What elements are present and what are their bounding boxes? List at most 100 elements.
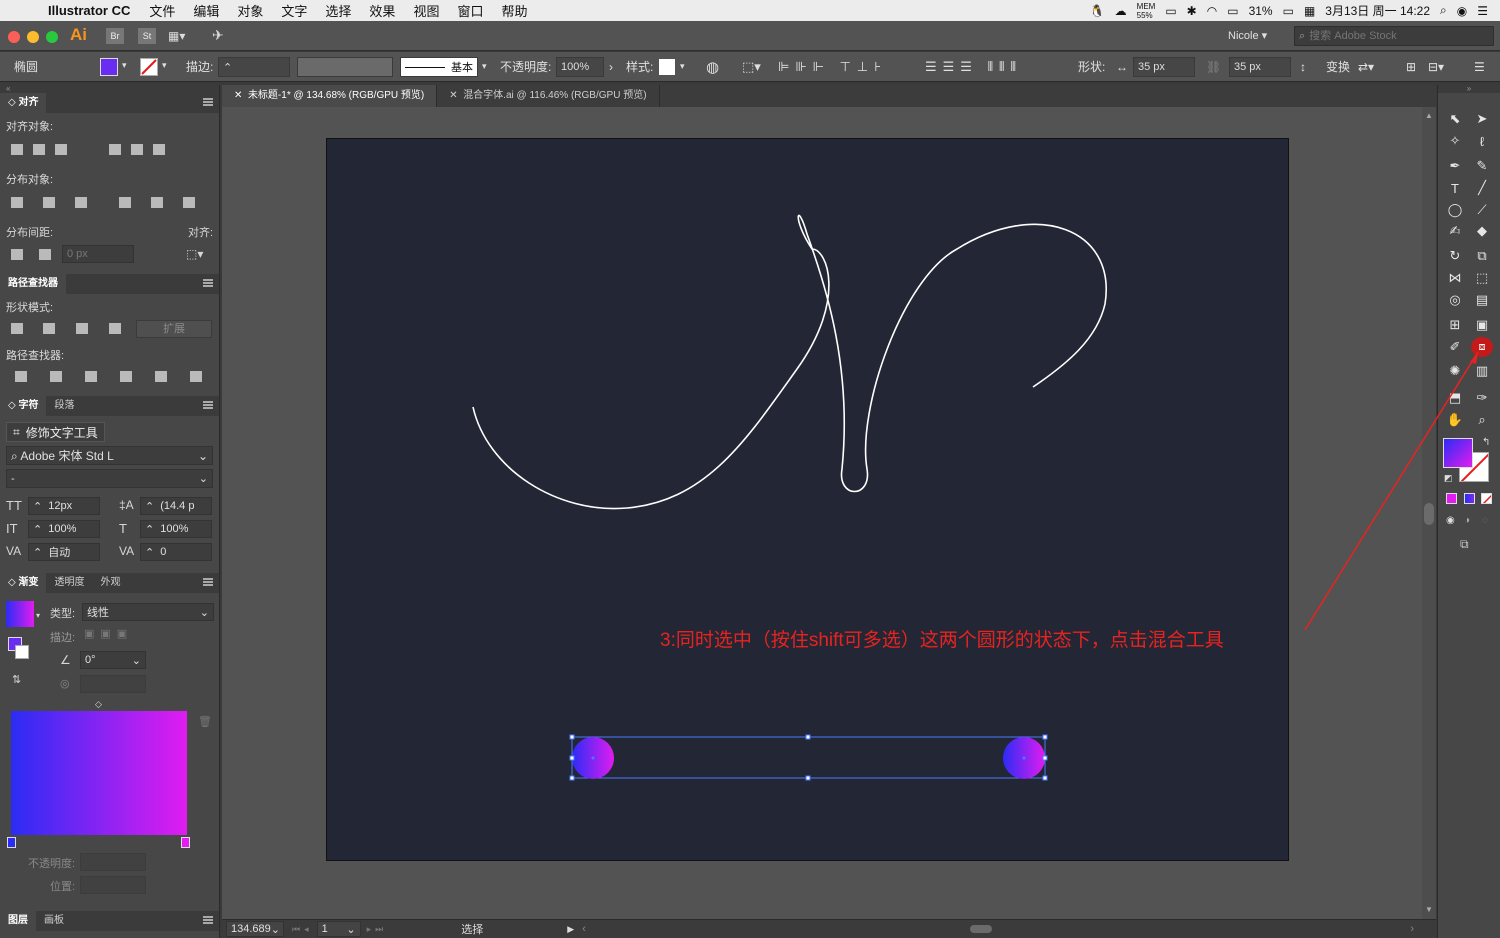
siri-icon[interactable]: ◉ xyxy=(1457,4,1467,18)
status-menu-arrow-icon[interactable]: ▶ xyxy=(567,924,574,935)
opacity-input[interactable]: 100% xyxy=(556,57,604,77)
distribute-top-button[interactable] xyxy=(6,192,28,212)
tab-gradient[interactable]: ◇ 渐变 xyxy=(0,573,47,593)
vertical-scrollbar[interactable]: ▲ ▼ xyxy=(1422,107,1436,919)
scroll-right-icon[interactable]: › xyxy=(1410,923,1414,935)
type-tool-icon[interactable]: T xyxy=(1444,178,1466,198)
artboard-tool-icon[interactable]: ⬒ xyxy=(1444,388,1466,408)
distribute-left-button[interactable] xyxy=(114,192,136,212)
memory-indicator[interactable]: MEM 55% xyxy=(1137,2,1156,20)
hand-tool-icon[interactable]: ✋ xyxy=(1444,410,1466,430)
fill-dropdown-icon[interactable]: ▾ xyxy=(122,60,127,71)
none-mode-button[interactable] xyxy=(1481,493,1492,504)
display-icon[interactable]: ▭ xyxy=(1165,4,1176,18)
stroke-swatch[interactable] xyxy=(140,58,158,76)
tab-transparency[interactable]: 透明度 xyxy=(46,573,92,593)
input-method-icon[interactable]: ▦ xyxy=(1304,4,1315,18)
align-buttons-group[interactable]: ⊫⊪⊩ ⊤⊥⊦ xyxy=(778,59,887,75)
scroll-down-icon[interactable]: ▼ xyxy=(1425,905,1433,914)
selection-bounding-box[interactable] xyxy=(571,736,1046,779)
touch-type-tool-button[interactable]: ⌗ 修饰文字工具 xyxy=(6,422,105,442)
gradient-stroke-options[interactable]: ▣▣▣ xyxy=(84,627,133,640)
tab-artboards[interactable]: 画板 xyxy=(36,911,72,931)
tab-layers[interactable]: 图层 xyxy=(0,911,36,931)
gradient-ramp[interactable] xyxy=(11,711,187,835)
brush-definition[interactable]: 基本 xyxy=(400,57,478,77)
align-vcenter-button[interactable] xyxy=(126,139,148,159)
perspective-grid-tool-icon[interactable]: ▤ xyxy=(1471,290,1493,310)
align-to-selection-dropdown[interactable]: ⬚▾ xyxy=(186,247,203,261)
stock-search-input[interactable] xyxy=(1309,30,1480,42)
free-transform-tool-icon[interactable]: ⬚ xyxy=(1471,268,1493,288)
menu-edit[interactable]: 编辑 xyxy=(184,1,228,20)
opacity-arrow-icon[interactable]: › xyxy=(609,60,613,74)
align-left-button[interactable] xyxy=(6,139,28,159)
pen-tool-icon[interactable]: ✒ xyxy=(1444,156,1466,176)
font-size-input[interactable]: ⌃ 12px xyxy=(28,497,100,515)
align-to-selection-icon[interactable]: ⬚▾ xyxy=(742,59,761,75)
distribute-right-button[interactable] xyxy=(178,192,200,212)
magic-wand-tool-icon[interactable]: ✧ xyxy=(1444,131,1466,151)
height-input[interactable]: 35 px xyxy=(1229,57,1291,77)
control-panel-menu-icon[interactable]: ☰ xyxy=(1474,60,1485,74)
horizontal-scale-input[interactable]: ⌃ 100% xyxy=(140,520,212,538)
gradient-end-stop[interactable] xyxy=(181,837,190,848)
app-menu[interactable]: Illustrator CC xyxy=(40,3,140,18)
color-mode-button[interactable] xyxy=(1446,493,1457,504)
scroll-up-icon[interactable]: ▲ xyxy=(1425,111,1433,120)
eraser-tool-icon[interactable]: ◆ xyxy=(1471,221,1493,241)
gradient-type-select[interactable]: 线性 ⌄ xyxy=(82,603,214,621)
variable-width-profile[interactable] xyxy=(297,57,393,77)
horizontal-spacing-button[interactable] xyxy=(34,244,56,264)
delete-stop-icon[interactable]: 🗑 xyxy=(198,715,212,728)
swap-fill-stroke-icon[interactable]: ↰ xyxy=(1482,437,1490,448)
stock-button[interactable]: St xyxy=(138,28,156,44)
selection-tool-icon[interactable]: ⬉ xyxy=(1444,109,1466,129)
clock[interactable]: 3月13日 周一 14:22 xyxy=(1325,2,1430,19)
column-graph-tool-icon[interactable]: ▥ xyxy=(1471,361,1493,381)
document-tab-active[interactable]: ✕ 未标题-1* @ 134.68% (RGB/GPU 预览) xyxy=(222,85,438,107)
outline-button[interactable] xyxy=(150,366,172,386)
isolate-icon[interactable]: ⊞ xyxy=(1406,60,1416,74)
distribute-buttons-group[interactable]: ☰☰☰ ⫴⫴⫴ xyxy=(925,59,1022,75)
spotlight-search-icon[interactable]: ⌕ xyxy=(1440,3,1447,18)
align-right-button[interactable] xyxy=(50,139,72,159)
tracking-input[interactable]: ⌃ 0 xyxy=(140,543,212,561)
menu-object[interactable]: 对象 xyxy=(228,1,272,20)
menu-select[interactable]: 选择 xyxy=(316,1,360,20)
menu-type[interactable]: 文字 xyxy=(272,1,316,20)
swirl-path[interactable] xyxy=(472,214,1107,510)
fill-swatch[interactable] xyxy=(100,58,118,76)
pathfinder-panel-menu-icon[interactable] xyxy=(203,279,213,287)
arrange-panels-icon[interactable]: ⊟▾ xyxy=(1428,60,1444,74)
bluetooth-icon[interactable]: ✱ xyxy=(1187,4,1197,18)
width-tool-icon[interactable]: ⋈ xyxy=(1444,268,1466,288)
minus-front-button[interactable] xyxy=(38,318,60,338)
graphic-style-swatch[interactable] xyxy=(659,59,675,75)
transform-link[interactable]: 变换 xyxy=(1326,58,1350,75)
bridge-button[interactable]: Br xyxy=(106,28,124,44)
zoom-level-select[interactable]: 134.689 ⌄ xyxy=(226,921,284,937)
align-top-button[interactable] xyxy=(104,139,126,159)
toolbar-collapse-icon[interactable]: » xyxy=(1438,85,1500,93)
scroll-left-icon[interactable]: ‹ xyxy=(582,923,586,935)
draw-behind-icon[interactable]: ◑ xyxy=(1464,515,1470,526)
ellipse-tool-icon[interactable]: ◯ xyxy=(1444,200,1466,220)
next-last-artboard-icon[interactable]: ▸⏭ xyxy=(367,924,388,935)
artboard-number-select[interactable]: 1 ⌄ xyxy=(316,921,361,937)
menu-view[interactable]: 视图 xyxy=(404,1,448,20)
mesh-tool-icon[interactable]: ⊞ xyxy=(1444,315,1466,335)
screen-mode-icon[interactable]: ⧉ xyxy=(1460,537,1469,552)
gradient-panel-menu-icon[interactable] xyxy=(203,578,213,586)
layers-panel-menu-icon[interactable] xyxy=(203,916,213,924)
gradient-start-stop[interactable] xyxy=(7,837,16,848)
gradient-angle-input[interactable]: 0° ⌄ xyxy=(80,651,146,669)
shaper-tool-icon[interactable]: ✍ xyxy=(1444,221,1466,241)
style-dropdown-icon[interactable]: ▾ xyxy=(680,61,685,72)
stop-location-input[interactable] xyxy=(80,876,146,894)
selection-handles[interactable] xyxy=(569,734,1048,781)
brush-dropdown-icon[interactable]: ▾ xyxy=(482,61,487,72)
battery-icon[interactable]: ▭ xyxy=(1283,4,1294,18)
creative-cloud-icon[interactable]: ☁ xyxy=(1115,4,1127,18)
collapse-dock-icon[interactable]: « xyxy=(0,85,219,93)
